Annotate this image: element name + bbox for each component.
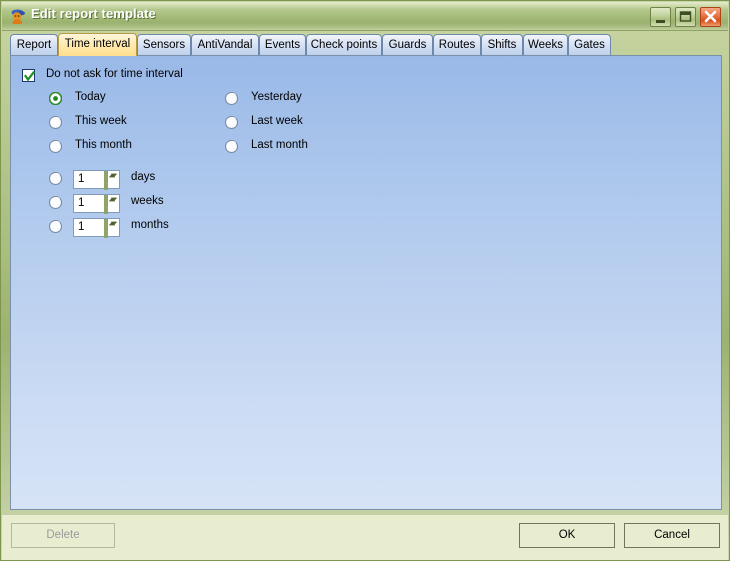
spinner-buttons	[104, 195, 118, 214]
maximize-button[interactable]	[675, 7, 696, 27]
radio-today-selected[interactable]	[48, 91, 63, 106]
radio-last-week[interactable]	[224, 115, 239, 130]
spinner-unit-label: weeks	[131, 195, 164, 207]
spinner-buttons	[104, 171, 118, 190]
spinner-value[interactable]: 1	[78, 221, 84, 233]
do-not-ask-label: Do not ask for time interval	[46, 68, 183, 80]
tab-antivandal[interactable]: AntiVandal	[191, 34, 259, 56]
spinner-weeks[interactable]: 1	[73, 194, 120, 214]
radio-label: Last week	[251, 115, 303, 127]
spinner-down-button[interactable]	[106, 219, 118, 238]
tab-gates[interactable]: Gates	[568, 34, 611, 56]
radio-weeks[interactable]	[48, 195, 63, 210]
tab-shifts[interactable]: Shifts	[481, 34, 523, 56]
radio-this-month[interactable]	[48, 139, 63, 154]
spinner-buttons	[104, 219, 118, 238]
spinner-value[interactable]: 1	[78, 197, 84, 209]
cancel-button[interactable]: Cancel	[624, 523, 720, 548]
tab-sensors[interactable]: Sensors	[137, 34, 191, 56]
tab-guards[interactable]: Guards	[382, 34, 433, 56]
tab-weeks[interactable]: Weeks	[523, 34, 568, 56]
tab-report[interactable]: Report	[10, 34, 58, 56]
ok-button[interactable]: OK	[519, 523, 615, 548]
spinner-down-button[interactable]	[106, 171, 118, 190]
radio-yesterday[interactable]	[224, 91, 239, 106]
delete-button[interactable]: Delete	[11, 523, 115, 548]
radio-days[interactable]	[48, 171, 63, 186]
spinner-unit-label: days	[131, 171, 156, 183]
radio-months[interactable]	[48, 219, 63, 234]
close-button[interactable]	[700, 7, 721, 27]
spinner-unit-label: months	[131, 219, 169, 231]
radio-label: Last month	[251, 139, 308, 151]
radio-last-month[interactable]	[224, 139, 239, 154]
radio-this-week[interactable]	[48, 115, 63, 130]
tab-routes[interactable]: Routes	[433, 34, 481, 56]
radio-label: This week	[75, 115, 127, 127]
guard-figure-icon	[9, 8, 26, 25]
radio-label: This month	[75, 139, 132, 151]
tab-content-panel: Do not ask for time interval Today This w…	[10, 55, 722, 510]
edit-report-template-window: Edit report template Report Time interval…	[0, 0, 730, 561]
spinner-value[interactable]: 1	[78, 173, 84, 185]
spinner-days[interactable]: 1	[73, 170, 120, 190]
spinner-months[interactable]: 1	[73, 218, 120, 238]
tab-strip: Report Time interval Sensors AntiVandal Even…	[10, 33, 722, 56]
title-bar: Edit report template	[2, 2, 728, 31]
tab-check-points[interactable]: Check points	[306, 34, 382, 56]
window-title: Edit report template	[31, 6, 156, 21]
do-not-ask-checkbox[interactable]	[22, 69, 35, 82]
spinner-down-button[interactable]	[106, 195, 118, 214]
dialog-footer: Delete OK Cancel	[2, 514, 728, 560]
radio-label: Yesterday	[251, 91, 302, 103]
tab-events[interactable]: Events	[259, 34, 306, 56]
checkmark-icon	[24, 71, 35, 82]
radio-label: Today	[75, 91, 106, 103]
tab-time-interval[interactable]: Time interval	[58, 33, 137, 56]
minimize-button[interactable]	[650, 7, 671, 27]
